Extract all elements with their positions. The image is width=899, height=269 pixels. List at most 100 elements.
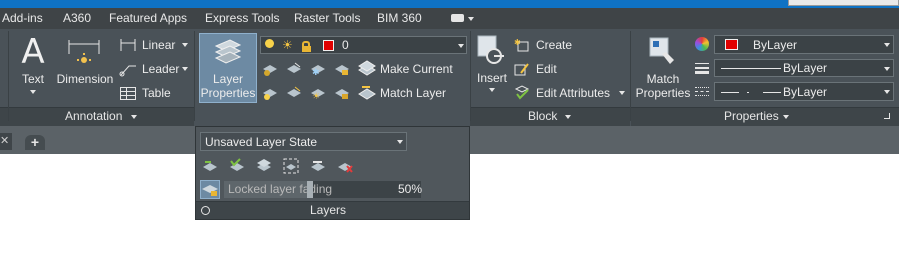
edit-label: Edit [536, 62, 557, 76]
chevron-down-icon[interactable] [468, 17, 474, 21]
create-block-button[interactable]: ✱ Create [514, 37, 624, 53]
layer-dropdown[interactable]: ☀ 0 [260, 36, 467, 54]
linetype-dash [763, 92, 781, 93]
layer-unlock-icon[interactable] [334, 85, 350, 101]
svg-text:✱: ✱ [312, 68, 320, 77]
linetype-icon [695, 85, 709, 99]
fading-slider-thumb[interactable] [307, 181, 313, 198]
chevron-down-icon[interactable] [131, 115, 137, 119]
layer-tools-row-2: ☀ [262, 85, 352, 103]
lock-body-icon [302, 46, 311, 52]
panel-separator [630, 31, 631, 121]
text-a-icon: A [21, 32, 45, 72]
fading-label: Locked layer fading [228, 182, 333, 196]
svg-text:✱: ✱ [514, 38, 521, 47]
tab-a360[interactable]: A360 [63, 8, 91, 29]
match-properties-label-1: Match [646, 72, 680, 86]
layer-walk-icon[interactable] [229, 158, 245, 174]
lineweight-dropdown[interactable]: ByLayer [714, 59, 894, 77]
layer-on-icon[interactable] [262, 85, 278, 101]
locked-layer-fading-row: Locked layer fading 50% [200, 180, 423, 199]
block-panel-title[interactable]: Block [528, 109, 557, 124]
tab-express-tools[interactable]: Express Tools [205, 8, 279, 29]
layer-properties-button[interactable]: Layer Properties [199, 33, 257, 103]
insert-label: Insert [476, 71, 507, 85]
layer-state-dropdown[interactable]: Unsaved Layer State [200, 132, 407, 151]
layer-delete-icon[interactable] [337, 158, 353, 174]
linetype-dash [721, 92, 739, 93]
chevron-down-icon[interactable] [783, 115, 789, 119]
layer-freeze-icon[interactable]: ✱ [310, 61, 326, 78]
linear-button[interactable]: Linear [119, 37, 191, 53]
fading-value-box[interactable]: 50% [396, 181, 423, 198]
layer-properties-label-1: Layer [212, 72, 244, 86]
table-label: Table [142, 86, 171, 100]
chevron-down-icon [619, 91, 625, 95]
tab-bim-360[interactable]: BIM 360 [377, 8, 422, 29]
edit-attributes-button[interactable]: Edit Attributes [514, 85, 626, 101]
chevron-down-icon [884, 67, 890, 71]
locked-layer-fading-toggle[interactable] [200, 180, 220, 199]
chevron-down-icon [182, 43, 188, 47]
chevron-down-icon[interactable] [565, 115, 571, 119]
make-current-label: Make Current [380, 62, 453, 76]
panel-separator [8, 31, 9, 121]
linetype-value: ByLayer [783, 85, 828, 99]
panel-launcher-icon[interactable] [884, 113, 890, 119]
layer-visible-icon[interactable] [283, 158, 299, 174]
layer-stack-icon [214, 39, 242, 64]
linetype-dropdown[interactable]: ByLayer [714, 82, 894, 101]
pin-icon[interactable] [201, 206, 210, 215]
layer-tools-row-1: ✱ [262, 61, 352, 79]
table-button[interactable]: Table [119, 85, 191, 101]
chevron-down-icon [489, 88, 495, 92]
tab-add-ins[interactable]: Add-ins [2, 8, 43, 29]
dimension-button[interactable]: Dimension [55, 34, 115, 98]
text-button-label: Text [21, 72, 44, 86]
layer-thaw-icon[interactable]: ☀ [310, 85, 326, 102]
layer-off-icon[interactable] [262, 61, 278, 77]
close-icon[interactable]: ✕ [0, 133, 12, 150]
layer-merge-icon[interactable] [256, 158, 272, 174]
leader-icon [119, 65, 136, 77]
fading-icon [202, 185, 218, 196]
tab-featured-apps[interactable]: Featured Apps [109, 8, 187, 29]
panel-separator [470, 31, 471, 121]
match-properties-label-2: Properties [635, 86, 691, 100]
layer-lock-icon[interactable] [334, 61, 350, 77]
panel-separator [194, 31, 195, 121]
search-box[interactable] [788, 0, 899, 6]
panel-toggle-icon[interactable] [451, 14, 464, 22]
sun-icon: ☀ [282, 38, 293, 52]
dimension-icon [68, 40, 100, 63]
match-layer-icon [358, 86, 376, 100]
layer-previous-icon[interactable] [202, 158, 218, 174]
color-dropdown[interactable]: ByLayer [714, 35, 894, 54]
text-button[interactable]: A Text [14, 34, 52, 98]
match-layer-label: Match Layer [380, 86, 447, 100]
properties-panel-title[interactable]: Properties [724, 109, 779, 124]
layer-properties-label-2: Properties [200, 86, 256, 100]
insert-button[interactable]: Insert [474, 34, 510, 100]
edit-attributes-label: Edit Attributes [536, 86, 611, 100]
copy-to-layer-icon[interactable] [310, 158, 326, 174]
light-bulb-icon [265, 39, 274, 48]
make-current-button[interactable]: Make Current [358, 60, 458, 78]
layers-panel-footer[interactable]: Layers [196, 201, 469, 219]
color-wheel-icon [695, 37, 709, 51]
match-layer-button[interactable]: Match Layer [358, 84, 458, 102]
layer-unisolate-icon[interactable] [286, 85, 302, 101]
annotation-panel-title[interactable]: Annotation [65, 109, 122, 124]
title-bar-strip [0, 0, 899, 8]
new-tab-button[interactable]: + [25, 135, 45, 150]
fading-value: 50% [398, 182, 423, 196]
match-properties-button[interactable]: Match Properties [634, 34, 692, 104]
edit-block-button[interactable]: Edit [514, 61, 624, 77]
chevron-down-icon [397, 140, 403, 144]
layer-state-value: Unsaved Layer State [205, 135, 318, 149]
fading-slider[interactable]: Locked layer fading [224, 181, 396, 198]
dimension-button-label: Dimension [56, 72, 114, 86]
tab-raster-tools[interactable]: Raster Tools [294, 8, 360, 29]
leader-button[interactable]: Leader [119, 61, 191, 77]
layer-isolate-icon[interactable] [286, 61, 302, 77]
